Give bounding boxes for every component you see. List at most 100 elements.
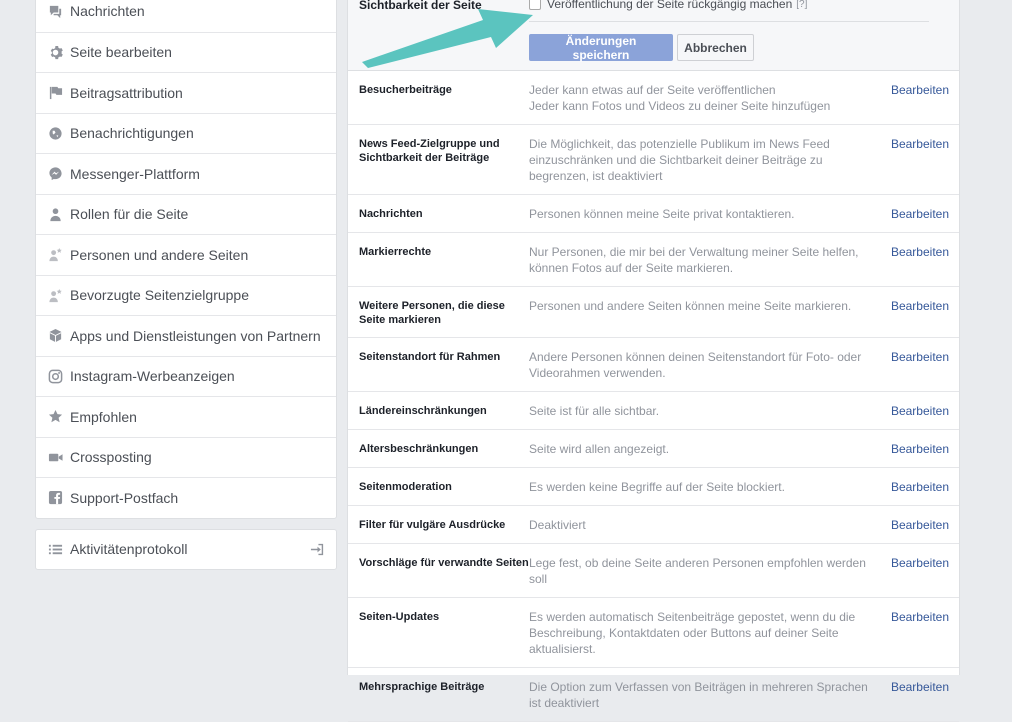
arrow-annotation-icon [362, 9, 533, 68]
edit-link[interactable]: Bearbeiten [891, 609, 949, 657]
sidebar-item-label: Personen und andere Seiten [70, 246, 249, 263]
setting-value-line: Deaktiviert [529, 518, 586, 532]
activity-log-label: Aktivitätenprotokoll [70, 541, 188, 557]
sidebar-item-label: Empfohlen [70, 408, 137, 425]
setting-row: Filter für vulgäre Ausdrücke Deaktiviert B… [348, 506, 959, 544]
sidebar-item-label: Apps und Dienstleistungen von Partnern [70, 327, 321, 344]
edit-link[interactable]: Bearbeiten [891, 82, 949, 114]
setting-label: News Feed-Zielgruppe und Sichtbarkeit de… [359, 138, 500, 164]
setting-value-line: Es werden keine Begriffe auf der Seite b… [529, 480, 785, 494]
edit-link[interactable]: Bearbeiten [891, 479, 949, 495]
setting-row: Nachrichten Personen können meine Seite p… [348, 195, 959, 233]
save-changes-button[interactable]: Änderungen speichern [529, 34, 673, 62]
person-star-icon [47, 287, 63, 303]
sidebar-item[interactable]: Nachrichten [36, 0, 336, 32]
setting-value: Andere Personen können deinen Seitenstan… [529, 349, 891, 381]
sidebar-item-label: Nachrichten [70, 3, 145, 20]
edit-link[interactable]: Bearbeiten [891, 403, 949, 419]
settings-nav: Nachrichten Seite bearbeiten Beitragsattri… [35, 0, 337, 519]
setting-label: Weitere Personen, die diese Seite markie… [359, 300, 505, 326]
setting-label: Altersbeschränkungen [359, 443, 479, 455]
edit-link[interactable]: Bearbeiten [891, 349, 949, 381]
setting-value: Jeder kann etwas auf der Seite veröffent… [529, 82, 891, 114]
setting-label: Seitenmoderation [359, 481, 452, 493]
star-icon [47, 409, 63, 425]
sidebar-item[interactable]: Empfohlen [36, 396, 336, 437]
edit-link[interactable]: Bearbeiten [891, 517, 949, 533]
sidebar-item[interactable]: Instagram-Werbeanzeigen [36, 355, 336, 397]
sidebar-item[interactable]: Personen und andere Seiten [36, 234, 336, 275]
sidebar-item-label: Beitragsattribution [70, 84, 183, 101]
setting-label: Filter für vulgäre Ausdrücke [359, 519, 506, 531]
sidebar-item[interactable]: Messenger-Plattform [36, 153, 336, 194]
activity-log-item[interactable]: Aktivitätenprotokoll [35, 528, 337, 570]
setting-value: Es werden keine Begriffe auf der Seite b… [529, 479, 891, 495]
setting-label: Markierrechte [359, 246, 432, 258]
setting-value: Seite ist für alle sichtbar. [529, 403, 891, 419]
sidebar-item[interactable]: Beitragsattribution [36, 72, 336, 113]
settings-sidebar: Nachrichten Seite bearbeiten Beitragsattri… [35, 0, 337, 570]
setting-label: Seitenstandort für Rahmen [359, 351, 501, 363]
setting-value-line: Andere Personen können deinen Seitenstan… [529, 350, 862, 380]
setting-value-line: Seite ist für alle sichtbar. [529, 404, 660, 418]
gear-icon [47, 44, 63, 60]
sidebar-item-label: Benachrichtigungen [70, 125, 194, 142]
sidebar-item-label: Crossposting [70, 449, 152, 466]
setting-label: Besucherbeiträge [359, 84, 452, 96]
cube-icon [47, 328, 63, 344]
edit-link[interactable]: Bearbeiten [891, 441, 949, 457]
setting-value-line: Es werden automatisch Seitenbeiträge gep… [529, 610, 856, 656]
setting-label: Seiten-Updates [359, 611, 440, 623]
sidebar-item[interactable]: Rollen für die Seite [36, 193, 336, 235]
edit-link[interactable]: Bearbeiten [891, 679, 949, 711]
settings-panel: Sichtbarkeit der Seite Veröffentlichung … [347, 0, 960, 722]
setting-value: Nur Personen, die mir bei der Verwaltung… [529, 244, 891, 276]
page-visibility-editor: Sichtbarkeit der Seite Veröffentlichung … [348, 0, 959, 71]
setting-value: Seite wird allen angezeigt. [529, 441, 891, 457]
sidebar-item-label: Instagram-Werbeanzeigen [70, 368, 235, 385]
setting-row: Weitere Personen, die diese Seite markie… [348, 287, 959, 338]
setting-row: Seiten-Updates Es werden automatisch Seit… [348, 598, 959, 668]
globe-icon [47, 125, 63, 141]
sidebar-item-label: Rollen für die Seite [70, 206, 189, 223]
setting-value-line: Die Option zum Verfassen von Beiträgen i… [529, 680, 868, 710]
messenger-icon [47, 166, 63, 182]
setting-value-line: Die Möglichkeit, das potenzielle Publiku… [529, 137, 830, 183]
cancel-button[interactable]: Abbrechen [677, 34, 754, 61]
divider [529, 21, 929, 22]
unpublish-option: Veröffentlichung der Seite rückgängig ma… [529, 0, 807, 11]
sidebar-item[interactable]: Bevorzugte Seitenzielgruppe [36, 274, 336, 316]
edit-link[interactable]: Bearbeiten [891, 298, 949, 327]
sidebar-item-label: Support-Postfach [70, 489, 179, 506]
edit-link[interactable]: Bearbeiten [891, 244, 949, 276]
sidebar-item-label: Seite bearbeiten [70, 44, 172, 61]
settings-list: Besucherbeiträge Jeder kann etwas auf der… [348, 71, 959, 722]
setting-value-line: Jeder kann Fotos und Videos zu deiner Se… [529, 99, 831, 113]
sidebar-item[interactable]: Crossposting [36, 436, 336, 478]
setting-row: News Feed-Zielgruppe und Sichtbarkeit de… [348, 125, 959, 195]
setting-value: Personen und andere Seiten können meine … [529, 298, 891, 327]
sidebar-item[interactable]: Apps und Dienstleistungen von Partnern [36, 315, 336, 356]
instagram-icon [47, 368, 63, 384]
sidebar-item[interactable]: Benachrichtigungen [36, 112, 336, 154]
setting-label: Nachrichten [359, 208, 423, 220]
edit-link[interactable]: Bearbeiten [891, 206, 949, 222]
edit-link[interactable]: Bearbeiten [891, 555, 949, 587]
setting-row: Altersbeschränkungen Seite wird allen ang… [348, 430, 959, 468]
sidebar-item[interactable]: Support-Postfach [36, 477, 336, 518]
exit-icon[interactable] [310, 542, 325, 560]
setting-row: Mehrsprachige Beiträge Die Option zum Ver… [348, 668, 959, 722]
setting-value-line: Nur Personen, die mir bei der Verwaltung… [529, 245, 859, 275]
setting-row: Seitenmoderation Es werden keine Begriffe… [348, 468, 959, 506]
help-link[interactable]: [?] [796, 0, 807, 10]
setting-value: Es werden automatisch Seitenbeiträge gep… [529, 609, 891, 657]
list-icon [47, 541, 63, 557]
messages-icon [47, 3, 63, 19]
setting-value: Lege fest, ob deine Seite anderen Person… [529, 555, 891, 587]
setting-value: Deaktiviert [529, 517, 891, 533]
edit-link[interactable]: Bearbeiten [891, 136, 949, 184]
sidebar-item-label: Bevorzugte Seitenzielgruppe [70, 287, 250, 304]
unpublish-label[interactable]: Veröffentlichung der Seite rückgängig ma… [547, 0, 792, 11]
sidebar-item[interactable]: Seite bearbeiten [36, 31, 336, 73]
setting-row: Markierrechte Nur Personen, die mir bei d… [348, 233, 959, 287]
